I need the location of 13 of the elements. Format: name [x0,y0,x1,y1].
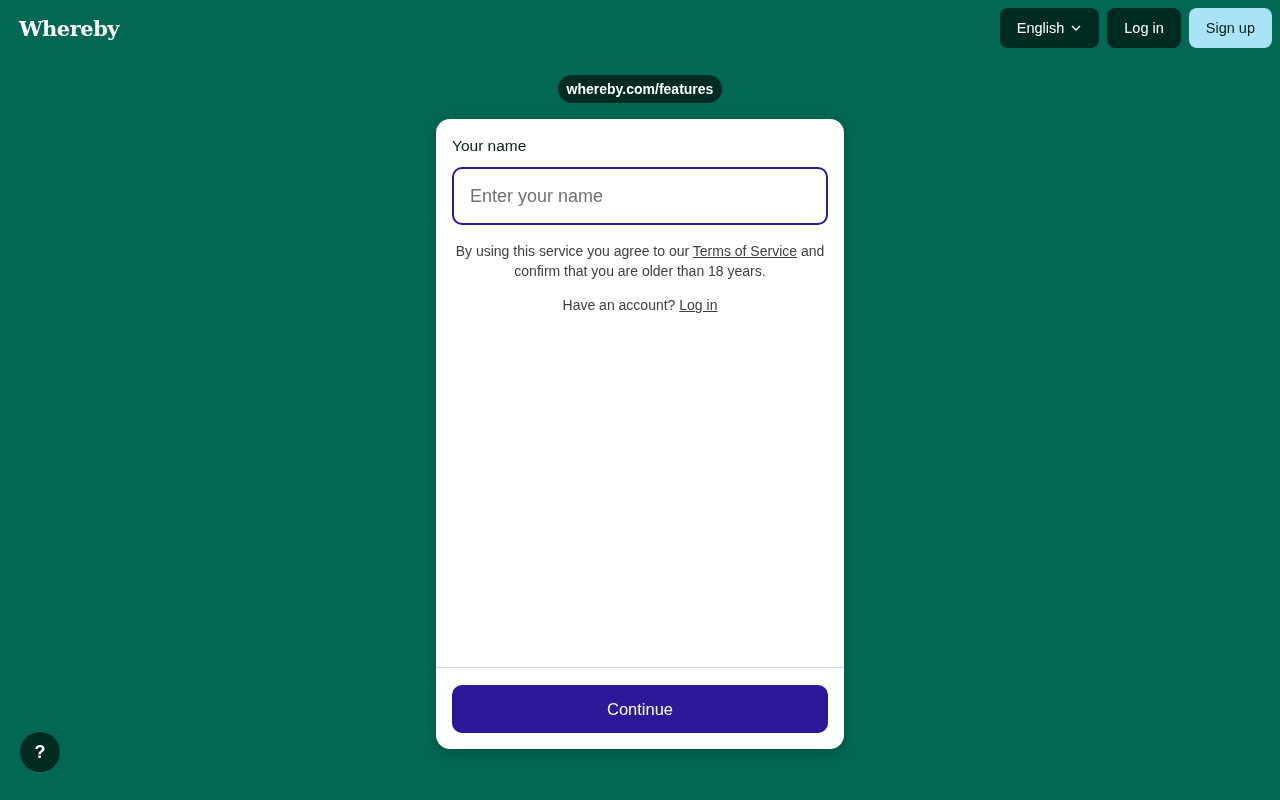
logo: Whereby [19,15,120,41]
language-button[interactable]: English [999,8,1100,48]
account-text: Have an account? Log in [561,296,719,315]
terms-link[interactable]: Terms of Service [692,243,798,259]
help-button[interactable]: ? [20,732,60,772]
login-button[interactable]: Log in [1107,8,1181,48]
terms-text: By using this service you agree to our Terms of Service and confirm that you are older than 18 years. [454,242,826,281]
login-link[interactable]: Log in [679,297,718,313]
name-label: Your name [452,137,528,155]
room-url-badge: whereby.com/features [557,75,723,103]
continue-button[interactable]: Continue [452,685,828,733]
signup-button[interactable]: Sign up [1188,8,1272,48]
name-input-field[interactable]: Enter your name [452,167,828,225]
